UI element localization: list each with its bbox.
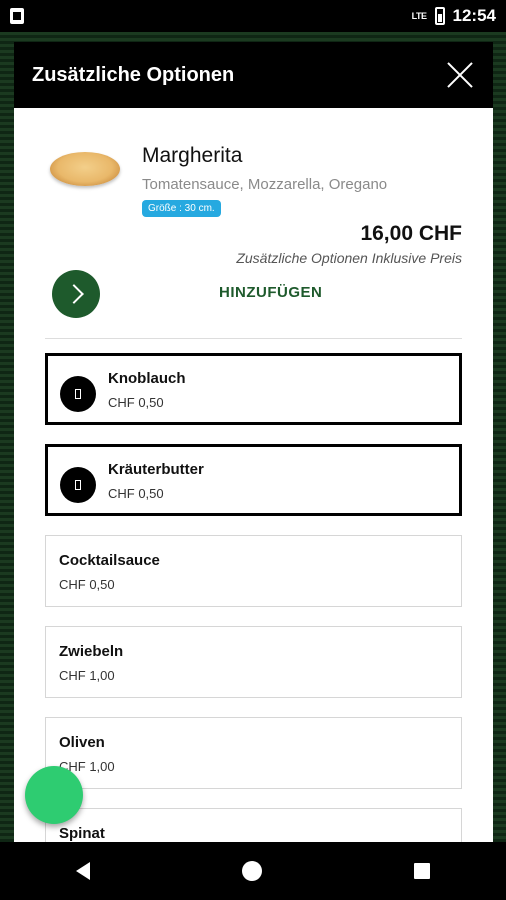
- lte-signal-icon: LTE: [411, 10, 427, 21]
- chevron-right-icon: [63, 284, 84, 304]
- pizza-image: [50, 152, 120, 186]
- size-badge: Größe : 30 cm.: [142, 200, 221, 217]
- options-list: Knoblauch CHF 0,50 Kräuterbutter CHF 0,5…: [45, 353, 462, 842]
- battery-icon: [434, 7, 445, 25]
- status-bar: LTE 12:54: [0, 0, 506, 32]
- product-description: Tomatensauce, Mozzarella, Oregano: [142, 176, 388, 193]
- back-icon[interactable]: [76, 862, 90, 880]
- option-item-knoblauch[interactable]: Knoblauch CHF 0,50: [45, 353, 462, 425]
- option-name: Oliven: [59, 734, 105, 751]
- option-item-spinat[interactable]: Spinat: [45, 808, 462, 842]
- options-modal: Zusätzliche Optionen Margherita Tomatens…: [14, 42, 493, 842]
- option-item-zwiebeln[interactable]: Zwiebeln CHF 1,00: [45, 626, 462, 698]
- floating-action-button[interactable]: [25, 766, 83, 824]
- home-icon[interactable]: [242, 861, 262, 881]
- option-name: Zwiebeln: [59, 643, 124, 660]
- option-item-oliven[interactable]: Oliven CHF 1,00: [45, 717, 462, 789]
- divider: [45, 338, 462, 339]
- modal-header: Zusätzliche Optionen: [14, 42, 493, 108]
- next-button[interactable]: [52, 270, 100, 318]
- navigation-bar: [0, 842, 506, 900]
- option-price: CHF 1,00: [59, 668, 115, 683]
- option-item-kraeuterbutter[interactable]: Kräuterbutter CHF 0,50: [45, 444, 462, 516]
- modal-title: Zusätzliche Optionen: [32, 63, 235, 86]
- option-item-cocktailsauce[interactable]: Cocktailsauce CHF 0,50: [45, 535, 462, 607]
- product-summary: Margherita Tomatensauce, Mozzarella, Ore…: [14, 108, 493, 338]
- option-price: CHF 0,50: [59, 577, 115, 592]
- modal-content[interactable]: Margherita Tomatensauce, Mozzarella, Ore…: [14, 108, 493, 842]
- product-name: Margherita: [142, 144, 243, 167]
- option-price: CHF 0,50: [108, 486, 164, 501]
- product-price: 16,00 CHF: [360, 222, 462, 245]
- option-name: Knoblauch: [108, 370, 186, 387]
- close-icon[interactable]: [445, 60, 475, 90]
- checked-icon: [60, 376, 96, 412]
- price-note: Zusätzliche Optionen Inklusive Preis: [236, 250, 462, 266]
- status-time: 12:54: [452, 6, 496, 25]
- option-name: Kräuterbutter: [108, 461, 204, 478]
- recents-icon[interactable]: [414, 863, 430, 879]
- option-name: Spinat: [59, 825, 105, 842]
- option-price: CHF 0,50: [108, 395, 164, 410]
- sim-card-icon: [10, 8, 24, 24]
- checked-icon: [60, 467, 96, 503]
- option-name: Cocktailsauce: [59, 552, 160, 569]
- add-button[interactable]: HINZUFÜGEN: [219, 284, 322, 301]
